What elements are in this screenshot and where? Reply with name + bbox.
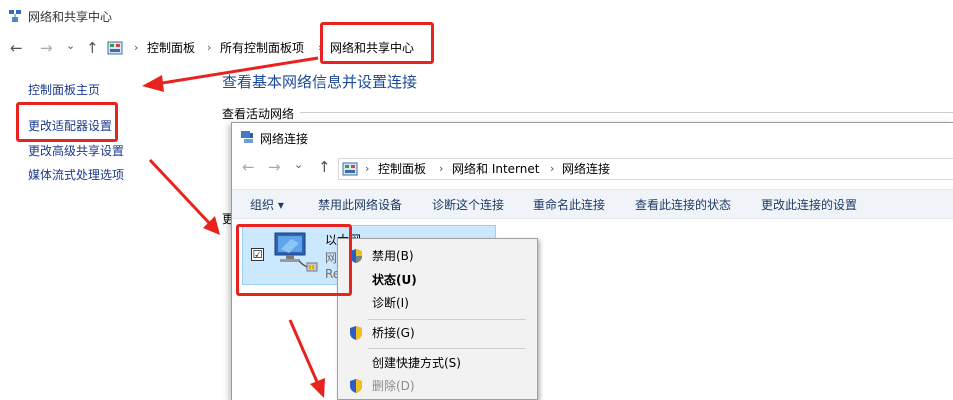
menu-item-label: 创建快捷方式(S) [372,356,461,370]
active-networks-label: 查看活动网络 [222,107,295,121]
section-divider [300,112,953,113]
menu-item-create-shortcut[interactable]: 创建快捷方式(S) [338,352,537,374]
disable-device-button[interactable]: 禁用此网络设备 [318,197,402,213]
window-title: 网络连接 [260,132,309,146]
menu-item-disable[interactable]: 禁用(B) [338,245,537,267]
page-heading: 查看基本网络信息并设置连接 [222,73,418,91]
control-panel-icon [342,162,358,176]
menu-separator [368,348,526,349]
recent-locations-icon[interactable]: ⌄ [66,37,75,55]
shield-icon [350,326,362,340]
view-status-button[interactable]: 查看此连接的状态 [635,197,731,213]
change-settings-button[interactable]: 更改此连接的设置 [761,197,857,213]
sidebar-link-control-panel-home[interactable]: 控制面板主页 [28,82,100,98]
menu-separator [368,319,526,320]
control-panel-icon [107,41,123,55]
menu-item-label: 桥接(G) [372,326,415,340]
rename-connection-button[interactable]: 重命名此连接 [533,197,605,213]
command-toolbar: 组织 ▾ 禁用此网络设备 诊断这个连接 重命名此连接 查看此连接的状态 更改此连… [232,189,953,219]
breadcrumb-separator: › [134,41,139,54]
menu-item-label: 禁用(B) [372,249,414,263]
menu-item-delete: 删除(D) [338,375,537,397]
diagnose-connection-button[interactable]: 诊断这个连接 [432,197,504,213]
back-arrow-icon[interactable]: ← [10,39,23,57]
menu-item-label: 删除(D) [372,379,415,393]
menu-item-label: 状态(U) [372,273,417,287]
back-arrow-icon[interactable]: ← [242,158,255,176]
context-menu: 禁用(B) 状态(U) 诊断(I) 桥接(G) 创建快捷方式(S) 删除(D) [337,238,538,400]
breadcrumb-control-panel[interactable]: 控制面板 [378,161,426,177]
breadcrumb-network-internet[interactable]: 网络和 Internet [452,161,539,177]
network-connections-icon [241,131,253,143]
breadcrumb-all-items[interactable]: 所有控制面板项 [220,40,304,56]
breadcrumb-control-panel[interactable]: 控制面板 [147,40,195,56]
breadcrumb-network-connections[interactable]: 网络连接 [562,161,610,177]
up-arrow-icon[interactable]: ↑ [318,158,331,176]
menu-item-status[interactable]: 状态(U) [338,269,537,291]
breadcrumb-separator: › [207,41,212,54]
sidebar-link-advanced-sharing[interactable]: 更改高级共享设置 [28,143,124,159]
annotation-box-adapter-link [16,102,118,142]
address-bar: ← → ⌄ ↑ › 控制面板 › 网络和 Internet › 网络连接 [232,157,953,181]
menu-item-bridge[interactable]: 桥接(G) [338,322,537,344]
breadcrumb-separator: › [439,162,444,175]
organize-menu[interactable]: 组织 ▾ [250,197,284,213]
window-titlebar: 网络连接 [232,123,953,151]
annotation-box-ethernet [236,224,352,296]
forward-arrow-icon[interactable]: → [268,158,281,176]
forward-arrow-icon[interactable]: → [40,39,53,57]
menu-item-diagnose[interactable]: 诊断(I) [338,292,537,314]
breadcrumb-separator: › [550,162,555,175]
shield-icon [350,379,362,393]
breadcrumb-separator: › [365,162,370,175]
window-titlebar: 网络和共享中心 [0,0,953,32]
up-arrow-icon[interactable]: ↑ [86,39,99,57]
address-bar: ← → ⌄ ↑ [0,34,953,62]
recent-locations-icon[interactable]: ⌄ [294,156,303,174]
menu-item-label: 诊断(I) [372,296,409,310]
sidebar-link-media-streaming[interactable]: 媒体流式处理选项 [28,167,124,183]
annotation-box-breadcrumb [320,22,434,64]
network-center-icon [9,10,21,22]
address-field[interactable]: › 控制面板 › 网络和 Internet › 网络连接 [338,158,953,180]
window-title: 网络和共享中心 [28,10,113,24]
